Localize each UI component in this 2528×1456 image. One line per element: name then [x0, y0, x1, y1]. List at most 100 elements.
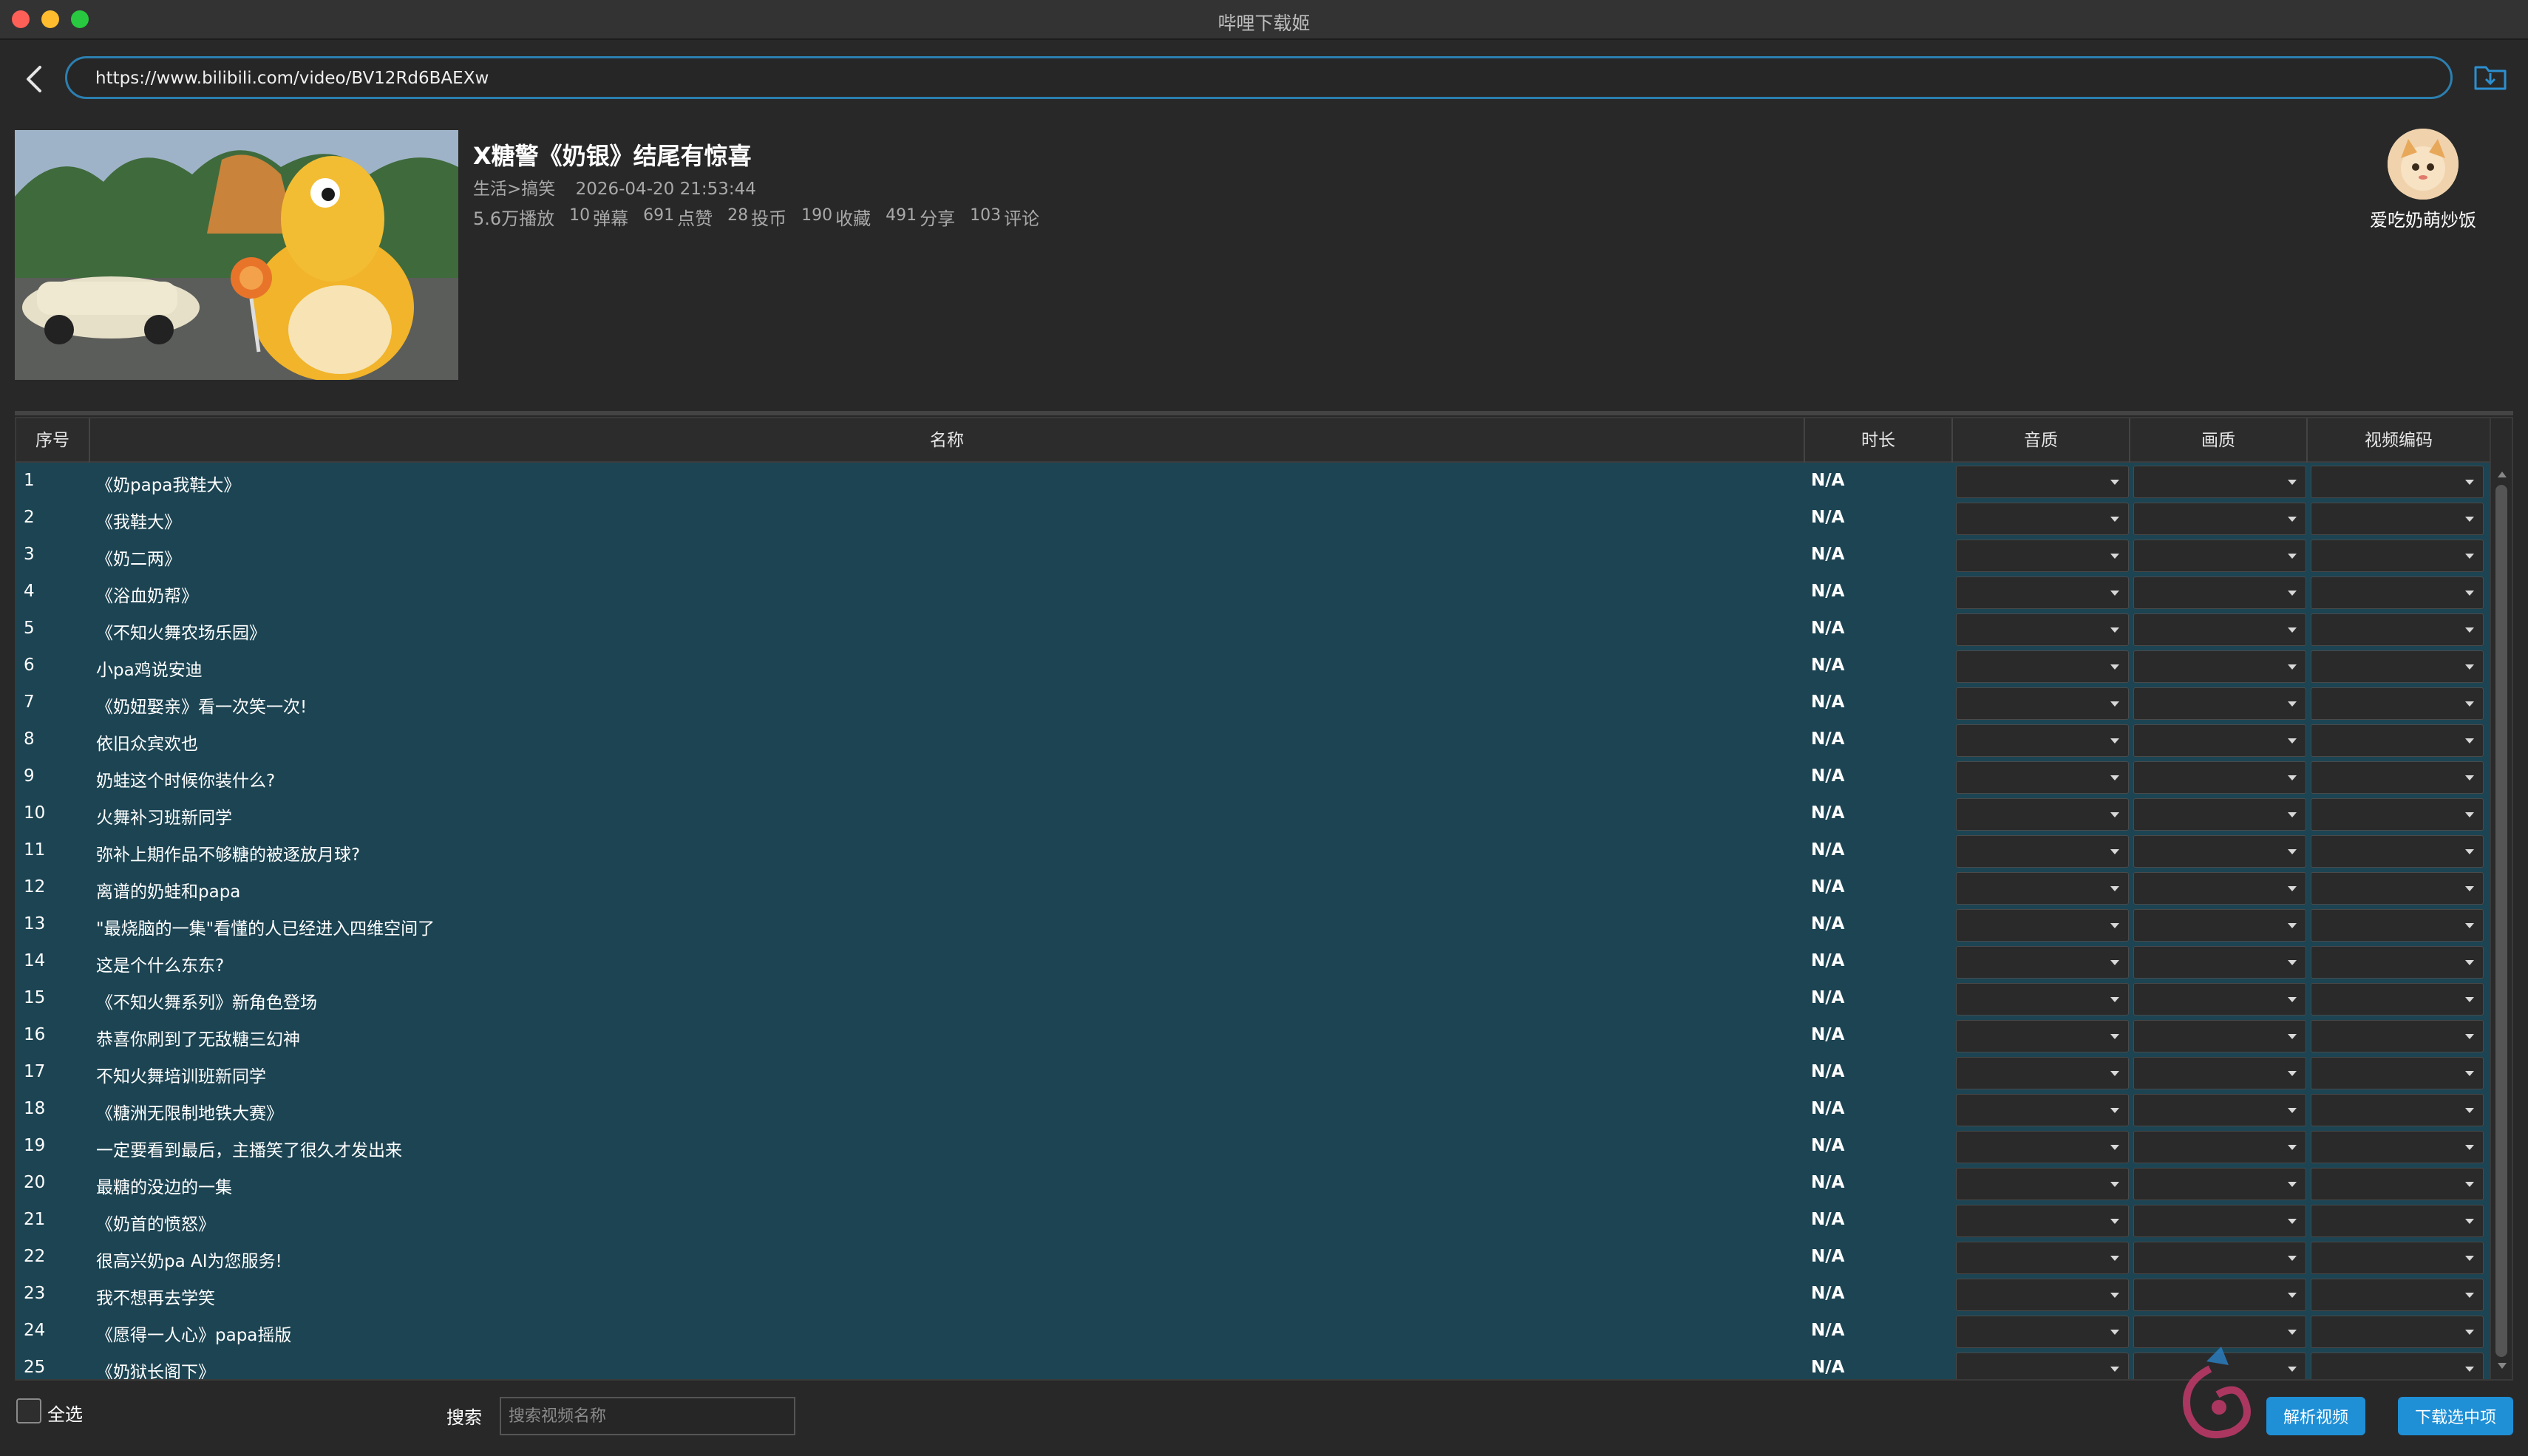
video-quality-select[interactable]: [2133, 1131, 2306, 1163]
audio-quality-select[interactable]: [1956, 1353, 2129, 1379]
video-codec-select[interactable]: [2311, 503, 2484, 535]
uploader-avatar[interactable]: [2388, 129, 2459, 200]
audio-quality-select[interactable]: [1956, 1131, 2129, 1163]
video-quality-select[interactable]: [2133, 1279, 2306, 1311]
parse-video-button[interactable]: 解析视频: [2266, 1397, 2365, 1435]
video-codec-select[interactable]: [2311, 687, 2484, 720]
uploader-name[interactable]: 爱吃奶萌炒饭: [2351, 205, 2495, 231]
table-row[interactable]: 21 《奶首的愤怒》 N/A: [16, 1202, 2490, 1239]
audio-quality-select[interactable]: [1956, 1242, 2129, 1274]
audio-quality-select[interactable]: [1956, 1057, 2129, 1089]
video-codec-select[interactable]: [2311, 1205, 2484, 1237]
table-row[interactable]: 11 弥补上期作品不够糖的被逐放月球? N/A: [16, 832, 2490, 869]
table-row[interactable]: 4 《浴血奶帮》 N/A: [16, 574, 2490, 610]
table-row[interactable]: 1 《奶papa我鞋大》 N/A: [16, 463, 2490, 500]
select-all-label[interactable]: 全选: [47, 1400, 83, 1426]
audio-quality-select[interactable]: [1956, 1279, 2129, 1311]
video-quality-select[interactable]: [2133, 872, 2306, 905]
video-quality-select[interactable]: [2133, 466, 2306, 498]
audio-quality-select[interactable]: [1956, 946, 2129, 979]
audio-quality-select[interactable]: [1956, 650, 2129, 683]
video-codec-select[interactable]: [2311, 872, 2484, 905]
table-row[interactable]: 5 《不知火舞农场乐园》 N/A: [16, 610, 2490, 647]
video-quality-select[interactable]: [2133, 946, 2306, 979]
table-row[interactable]: 14 这是个什么东东? N/A: [16, 943, 2490, 980]
table-row[interactable]: 17 不知火舞培训班新同学 N/A: [16, 1054, 2490, 1091]
video-codec-select[interactable]: [2311, 1131, 2484, 1163]
table-row[interactable]: 10 火舞补习班新同学 N/A: [16, 795, 2490, 832]
audio-quality-select[interactable]: [1956, 466, 2129, 498]
video-quality-select[interactable]: [2133, 724, 2306, 757]
audio-quality-select[interactable]: [1956, 909, 2129, 942]
video-quality-select[interactable]: [2133, 1242, 2306, 1274]
column-header-codec[interactable]: 视频编码: [2308, 418, 2490, 463]
scrollbar-thumb[interactable]: [2495, 485, 2507, 1357]
audio-quality-select[interactable]: [1956, 798, 2129, 831]
audio-quality-select[interactable]: [1956, 613, 2129, 646]
audio-quality-select[interactable]: [1956, 576, 2129, 609]
audio-quality-select[interactable]: [1956, 1020, 2129, 1052]
back-button[interactable]: [19, 61, 49, 98]
table-row[interactable]: 7 《奶妞娶亲》看一次笑一次! N/A: [16, 684, 2490, 721]
table-row[interactable]: 18 《糖洲无限制地铁大赛》 N/A: [16, 1091, 2490, 1128]
video-quality-select[interactable]: [2133, 909, 2306, 942]
column-header-audio[interactable]: 音质: [1953, 418, 2130, 463]
table-row[interactable]: 25 《奶狱长阁下》 N/A: [16, 1350, 2490, 1379]
video-quality-select[interactable]: [2133, 1205, 2306, 1237]
video-codec-select[interactable]: [2311, 798, 2484, 831]
audio-quality-select[interactable]: [1956, 724, 2129, 757]
table-row[interactable]: 24 《愿得一人心》papa摇版 N/A: [16, 1313, 2490, 1350]
table-row[interactable]: 22 很高兴奶pa AI为您服务! N/A: [16, 1239, 2490, 1276]
video-codec-select[interactable]: [2311, 946, 2484, 979]
column-header-name[interactable]: 名称: [90, 418, 1805, 463]
audio-quality-select[interactable]: [1956, 761, 2129, 794]
audio-quality-select[interactable]: [1956, 1168, 2129, 1200]
download-manager-button[interactable]: [2472, 59, 2509, 93]
video-codec-select[interactable]: [2311, 466, 2484, 498]
video-codec-select[interactable]: [2311, 1094, 2484, 1126]
video-quality-select[interactable]: [2133, 835, 2306, 868]
table-row[interactable]: 19 一定要看到最后，主播笑了很久才发出来 N/A: [16, 1128, 2490, 1165]
video-codec-select[interactable]: [2311, 1242, 2484, 1274]
audio-quality-select[interactable]: [1956, 872, 2129, 905]
video-codec-select[interactable]: [2311, 909, 2484, 942]
url-input[interactable]: https://www.bilibili.com/video/BV12Rd6BA…: [65, 56, 2453, 99]
scroll-up-arrow-icon[interactable]: [2498, 472, 2507, 477]
table-row[interactable]: 23 我不想再去学笑 N/A: [16, 1276, 2490, 1313]
video-codec-select[interactable]: [2311, 983, 2484, 1016]
video-codec-select[interactable]: [2311, 1057, 2484, 1089]
video-codec-select[interactable]: [2311, 613, 2484, 646]
video-codec-select[interactable]: [2311, 650, 2484, 683]
table-row[interactable]: 3 《奶二两》 N/A: [16, 537, 2490, 574]
search-input[interactable]: [500, 1397, 795, 1435]
table-row[interactable]: 16 恭喜你刷到了无敌糖三幻神 N/A: [16, 1017, 2490, 1054]
video-quality-select[interactable]: [2133, 576, 2306, 609]
table-row[interactable]: 2 《我鞋大》 N/A: [16, 500, 2490, 537]
table-row[interactable]: 8 依旧众宾欢也 N/A: [16, 721, 2490, 758]
video-quality-select[interactable]: [2133, 687, 2306, 720]
column-header-video-quality[interactable]: 画质: [2130, 418, 2308, 463]
video-quality-select[interactable]: [2133, 650, 2306, 683]
column-header-index[interactable]: 序号: [16, 418, 90, 463]
video-quality-select[interactable]: [2133, 1168, 2306, 1200]
select-all-checkbox[interactable]: [16, 1398, 41, 1423]
audio-quality-select[interactable]: [1956, 1205, 2129, 1237]
audio-quality-select[interactable]: [1956, 983, 2129, 1016]
table-row[interactable]: 13 "最烧脑的一集"看懂的人已经进入四维空间了 N/A: [16, 906, 2490, 943]
video-quality-select[interactable]: [2133, 1094, 2306, 1126]
table-row[interactable]: 15 《不知火舞系列》新角色登场 N/A: [16, 980, 2490, 1017]
video-codec-select[interactable]: [2311, 761, 2484, 794]
video-codec-select[interactable]: [2311, 1168, 2484, 1200]
video-quality-select[interactable]: [2133, 613, 2306, 646]
video-codec-select[interactable]: [2311, 835, 2484, 868]
video-quality-select[interactable]: [2133, 798, 2306, 831]
table-row[interactable]: 12 离谱的奶蛙和papa N/A: [16, 869, 2490, 906]
video-codec-select[interactable]: [2311, 1020, 2484, 1052]
video-quality-select[interactable]: [2133, 503, 2306, 535]
table-row[interactable]: 9 奶蛙这个时候你装什么? N/A: [16, 758, 2490, 795]
table-scrollbar[interactable]: [2490, 418, 2512, 1379]
video-codec-select[interactable]: [2311, 1279, 2484, 1311]
video-quality-select[interactable]: [2133, 983, 2306, 1016]
video-codec-select[interactable]: [2311, 576, 2484, 609]
audio-quality-select[interactable]: [1956, 1316, 2129, 1348]
